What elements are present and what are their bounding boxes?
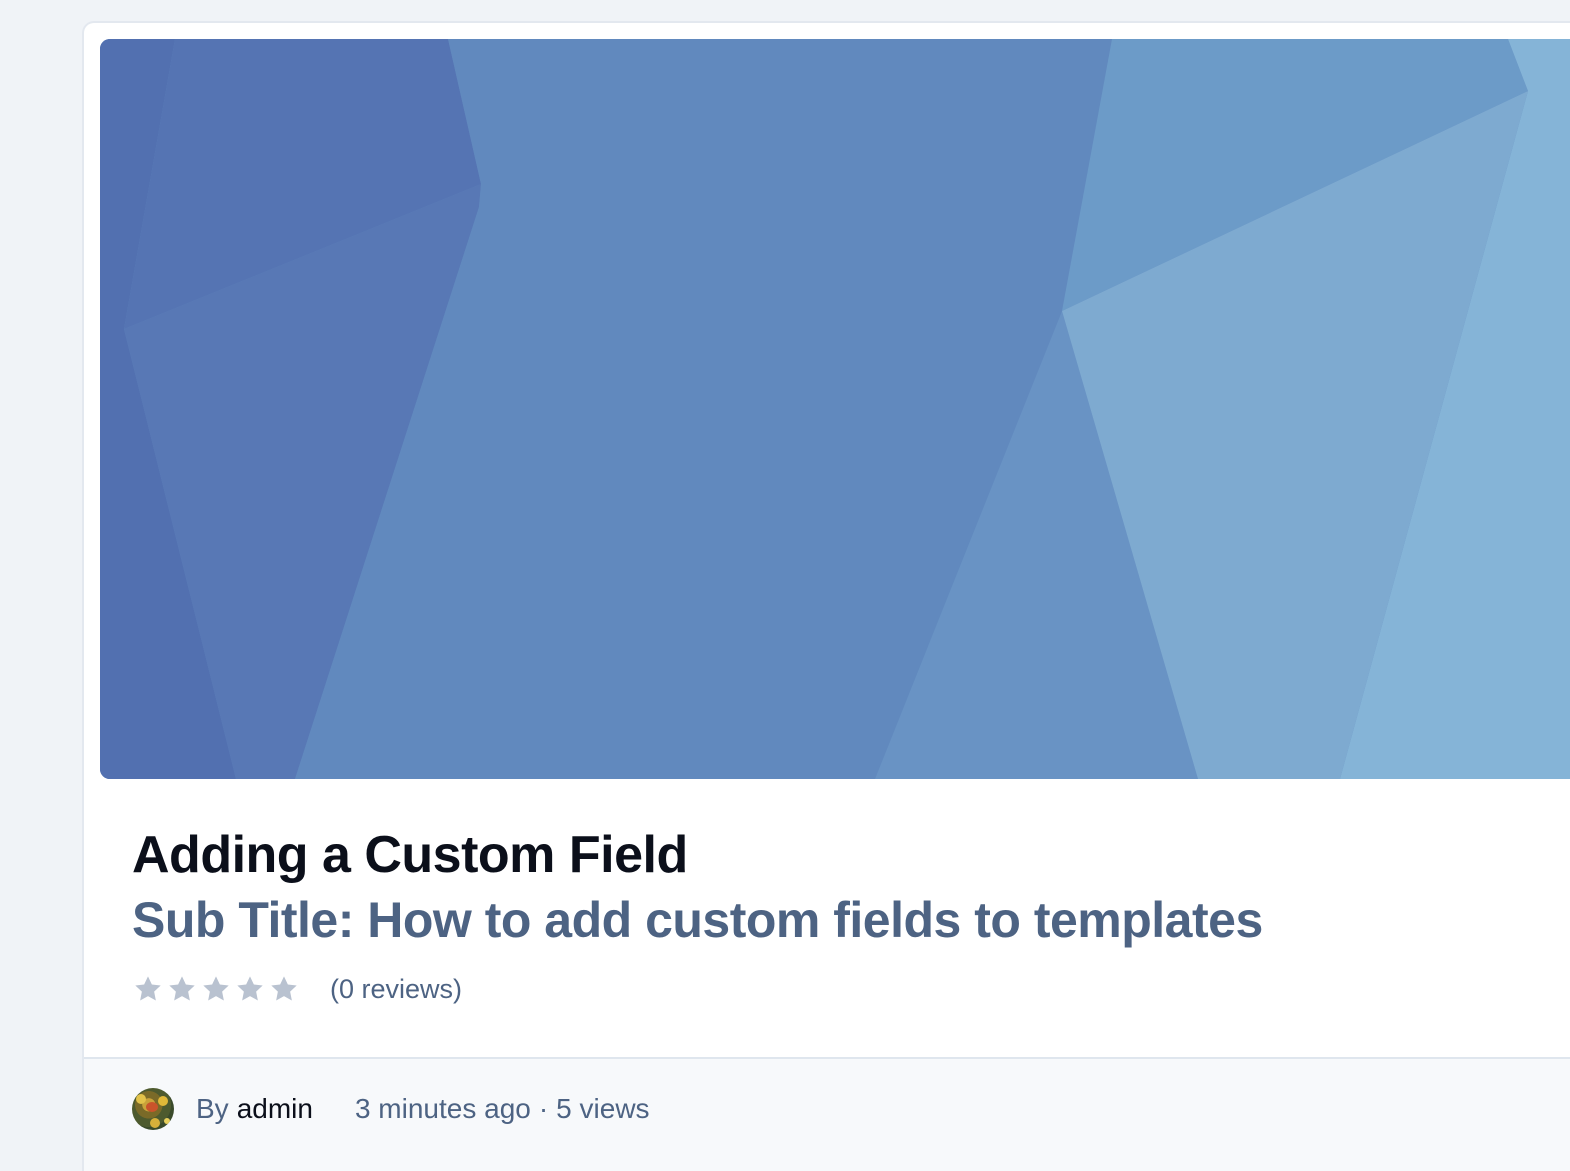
post-title[interactable]: Adding a Custom Field xyxy=(132,825,688,885)
meta-separator: · xyxy=(538,1093,549,1124)
reviews-count[interactable]: (0 reviews) xyxy=(330,974,462,1005)
star-icon[interactable] xyxy=(132,973,164,1005)
post-time: 3 minutes ago xyxy=(354,1093,531,1124)
star-rating[interactable] xyxy=(132,973,300,1005)
post-meta: By admin 3 minutes ago · 5 views xyxy=(132,1087,650,1131)
post-card: Adding a Custom Field Sub Title: How to … xyxy=(82,21,1570,1171)
cover-image[interactable] xyxy=(100,39,1570,779)
star-icon[interactable] xyxy=(234,973,266,1005)
view-count: 5 views xyxy=(556,1093,650,1124)
star-icon[interactable] xyxy=(268,973,300,1005)
post-footer: By admin 3 minutes ago · 5 views xyxy=(84,1057,1570,1171)
subtitle-label: Sub Title: xyxy=(132,892,354,948)
by-label: By xyxy=(196,1093,229,1124)
star-icon[interactable] xyxy=(166,973,198,1005)
user-avatar[interactable] xyxy=(132,1088,174,1130)
post-subtitle: Sub Title: How to add custom fields to t… xyxy=(132,891,1263,949)
star-icon[interactable] xyxy=(200,973,232,1005)
rating: (0 reviews) xyxy=(132,971,462,1007)
subtitle-text: How to add custom fields to templates xyxy=(367,892,1263,948)
author-link[interactable]: admin xyxy=(237,1093,313,1125)
